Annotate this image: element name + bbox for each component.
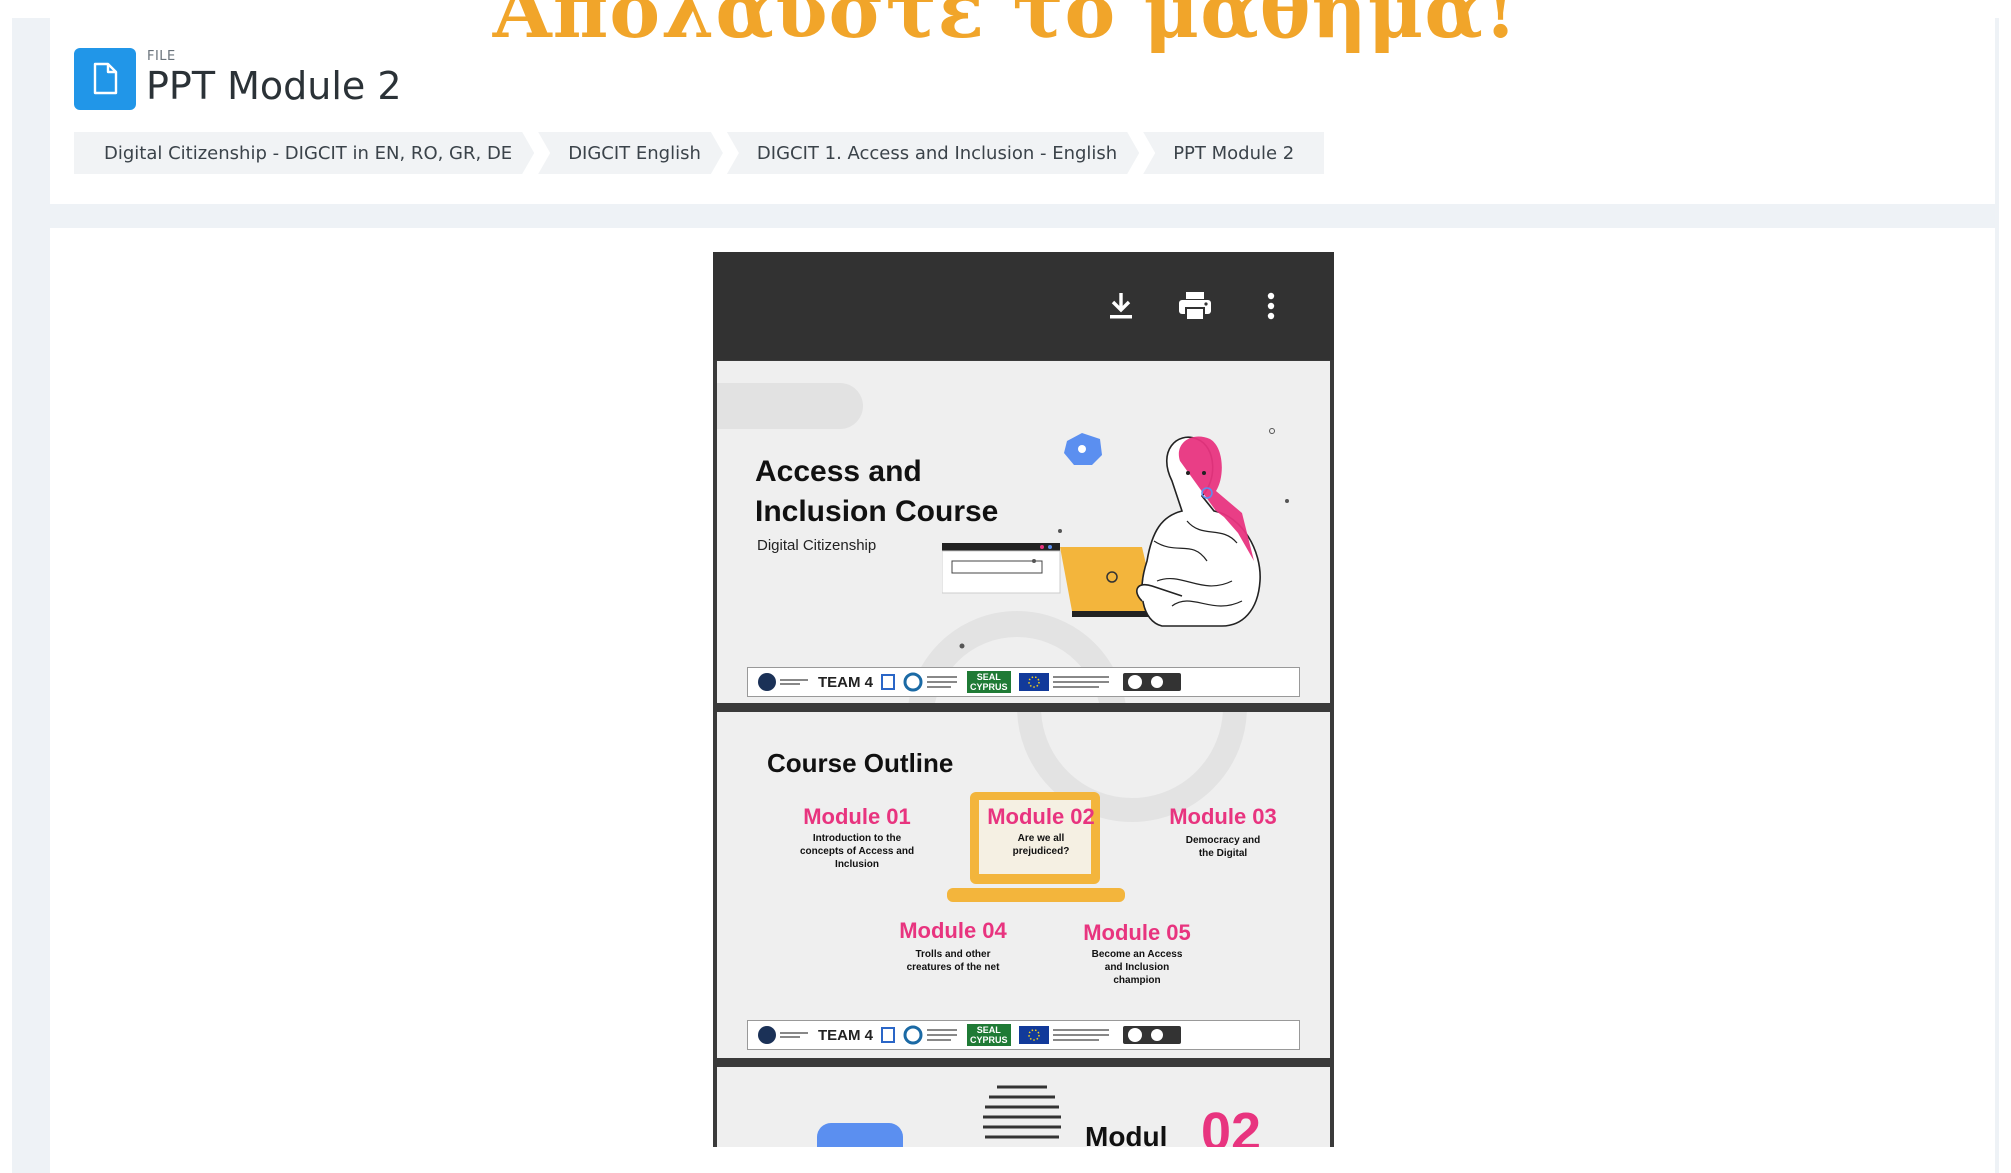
seal-cyprus-logo: SEAL CYPRUS — [967, 1024, 1011, 1046]
module-02-desc: Are we all prejudiced? — [1012, 833, 1070, 857]
more-vertical-icon[interactable] — [1251, 286, 1291, 326]
slide-partial-number: 02 — [1201, 1102, 1262, 1147]
module-03-title: Module 03 — [1169, 804, 1277, 829]
overlay-banner: Απολαύστε το μάθημα! — [492, 0, 1519, 55]
module-02-title: Module 02 — [987, 804, 1095, 829]
slide-2: Course Outline Module 01 Introduction to… — [717, 712, 1330, 1058]
team4-logo: TEAM 4 — [818, 1026, 874, 1044]
module-01-title: Module 01 — [803, 804, 911, 829]
slide-title: Course Outline — [767, 748, 954, 778]
blue-logo — [881, 673, 896, 691]
striped-circle-decor — [983, 1085, 1061, 1139]
slide-title-line1: Access and — [755, 455, 922, 488]
digital-citizenship-logo — [754, 1025, 810, 1045]
download-icon[interactable] — [1101, 286, 1141, 326]
module-04-desc: Trolls and other creatures of the net — [906, 949, 1000, 973]
breadcrumb-item-current: PPT Module 2 — [1143, 132, 1325, 174]
slide-partial-text: Modul — [1085, 1121, 1168, 1147]
module-03-desc: Democracy and the Digital — [1185, 835, 1261, 859]
breadcrumb-item-course[interactable]: Digital Citizenship - DIGCIT in EN, RO, … — [74, 132, 534, 174]
partner-logos-strip: TEAM 4 SEAL CYPRUS — [747, 1020, 1300, 1050]
module-05-desc: Become an Access and Inclusion champion — [1091, 949, 1183, 986]
module-01-desc: Introduction to the concepts of Access an… — [799, 833, 915, 870]
blue-logo — [881, 1026, 896, 1044]
breadcrumb-item-topic[interactable]: DIGCIT 1. Access and Inclusion - English — [727, 132, 1139, 174]
partner-logos-strip: TEAM 4 SEAL CYPRUS — [747, 667, 1300, 697]
slide-1: Access and Inclusion Course Digital Citi… — [717, 361, 1330, 703]
print-icon[interactable] — [1175, 286, 1215, 326]
decor-pill — [717, 383, 863, 429]
breadcrumb: Digital Citizenship - DIGCIT in EN, RO, … — [74, 132, 1328, 174]
lifelong-learning-logo — [903, 672, 959, 692]
page-title: PPT Module 2 — [146, 64, 402, 108]
module-05-title: Module 05 — [1083, 920, 1191, 945]
slide-3: Modul 02 — [717, 1067, 1330, 1147]
slide-subtitle: Digital Citizenship — [757, 537, 877, 554]
eu-flag-logo — [1018, 672, 1115, 692]
decor-pill — [817, 1123, 903, 1147]
illustration-woman-laptop — [942, 428, 1289, 649]
creative-commons-logo — [1122, 1025, 1183, 1045]
module-04-title: Module 04 — [899, 918, 1007, 943]
lifelong-learning-logo — [903, 1025, 959, 1045]
eu-flag-logo — [1018, 1025, 1115, 1045]
seal-cyprus-logo: SEAL CYPRUS — [967, 671, 1011, 693]
team4-logo: TEAM 4 — [818, 673, 874, 691]
creative-commons-logo — [1122, 672, 1183, 692]
viewer-toolbar — [713, 252, 1334, 360]
digital-citizenship-logo — [754, 672, 810, 692]
pdf-viewer[interactable]: Access and Inclusion Course Digital Citi… — [713, 252, 1334, 1147]
breadcrumb-item-section[interactable]: DIGCIT English — [538, 132, 723, 174]
file-icon — [74, 48, 136, 110]
